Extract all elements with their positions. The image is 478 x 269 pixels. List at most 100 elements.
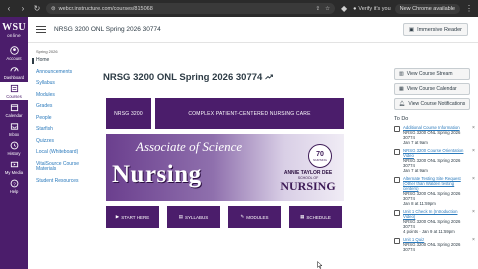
todo-title-link[interactable]: NRSG 3200 Course Orientation Video	[403, 148, 469, 158]
school-name-line3: NURSING	[280, 179, 336, 193]
bookmark-star-icon[interactable]: ☆	[325, 6, 330, 12]
address-bar[interactable]: ⊜ webcr.instructure.com/courses/815068 ⇪…	[46, 3, 336, 14]
global-nav-label: Courses	[6, 93, 22, 99]
global-nav-courses[interactable]: Courses	[0, 82, 28, 100]
todo-item: NRSG 3200 Course Orientation Video NRSG …	[394, 148, 478, 173]
term-label: Spring 2026	[36, 49, 58, 54]
todo-due: Jan 7 at 9am	[403, 140, 428, 145]
logo-wsu-text: WSU	[2, 22, 26, 33]
extensions-icon[interactable]: ◆	[339, 4, 349, 14]
course-nav-vitalsource[interactable]: VitalSource Course Materials	[36, 161, 94, 173]
global-nav-inbox[interactable]: Inbox	[0, 120, 28, 138]
modules-icon: ✎	[240, 214, 245, 219]
canvas-app: WSU online Account Dashboard Courses Cal…	[0, 17, 478, 269]
todo-course: NRSG 3200 ONL Spring 2026 30774	[403, 191, 461, 201]
course-nav: Spring 2026 Home Announcements Syllabus …	[28, 43, 94, 269]
banner-nursing-text: Nursing	[112, 161, 202, 188]
more-icon[interactable]: ⋮	[464, 4, 474, 14]
start-here-button[interactable]: ▶ START HERE	[106, 206, 159, 228]
quiz-icon	[394, 238, 400, 244]
schedule-button[interactable]: ▦ SCHEDULE	[289, 206, 342, 228]
forward-icon[interactable]: ›	[18, 4, 28, 14]
share-icon[interactable]: ⇪	[316, 6, 321, 12]
global-nav-label: History	[7, 150, 21, 156]
courses-icon	[10, 84, 19, 93]
assignment-icon	[394, 149, 400, 155]
quick-links: ▶ START HERE ▤ SYLLABUS ✎ MODULES ▦ SCHE…	[106, 206, 344, 228]
modules-button[interactable]: ✎ MODULES	[228, 206, 281, 228]
profile-icon: ●	[353, 5, 357, 12]
immersive-reader-button[interactable]: ▣ Immersive Reader	[402, 23, 468, 36]
global-nav-history[interactable]: History	[0, 139, 28, 157]
todo-due: Jan 8 at 11:59pm	[403, 201, 436, 206]
todo-heading: To Do	[394, 116, 409, 122]
global-nav-label: My Media	[4, 169, 24, 175]
chrome-update-label: New Chrome available	[399, 5, 455, 12]
course-header: NRSG 3200 ONL Spring 2026 30774 ▣ Immers…	[28, 17, 478, 43]
view-course-notifications-label: View Course Notifications	[408, 101, 466, 107]
course-nav-home[interactable]: Home	[32, 57, 94, 64]
course-nav-syllabus[interactable]: Syllabus	[36, 80, 94, 87]
page-title: NRSG 3200 ONL Spring 2026 30774	[103, 72, 274, 83]
view-course-notifications-button[interactable]: 🔔︎ View Course Notifications	[394, 98, 470, 110]
breadcrumb[interactable]: NRSG 3200 ONL Spring 2026 30774	[54, 26, 161, 33]
play-icon: ▶	[115, 214, 120, 219]
course-nav-grades[interactable]: Grades	[36, 103, 94, 110]
todo-item: Alternate Testing Site Request (Other th…	[394, 176, 478, 206]
dismiss-icon[interactable]: ×	[472, 148, 478, 173]
dismiss-icon[interactable]: ×	[472, 125, 478, 145]
syllabus-button[interactable]: ▤ SYLLABUS	[167, 206, 220, 228]
course-nav-people[interactable]: People	[36, 115, 94, 122]
course-nav-local-whiteboard[interactable]: Local (Whiteboard)	[36, 149, 94, 156]
todo-due: 4 points · Jan 9 at 11:59pm	[403, 229, 455, 234]
calendar-icon: ▦	[399, 86, 404, 92]
wsu-logo[interactable]: WSU online	[2, 22, 26, 39]
browser-toolbar: ‹ › ↻ ⊜ webcr.instructure.com/courses/81…	[0, 0, 478, 17]
global-nav-help[interactable]: ? Help	[0, 177, 28, 195]
global-nav-my-media[interactable]: My Media	[0, 158, 28, 176]
course-name-tile: COMPLEX PATIENT-CENTERED NURSING CARE	[155, 98, 344, 129]
global-nav-label: Inbox	[8, 131, 20, 137]
syllabus-icon: ▤	[178, 214, 183, 219]
todo-item: Unit 1 Check In (Introduction Video) NRS…	[394, 209, 478, 234]
course-nav-starfish[interactable]: Starfish	[36, 126, 94, 133]
view-course-calendar-button[interactable]: ▦ View Course Calendar	[394, 83, 470, 95]
hamburger-menu-icon[interactable]	[36, 26, 46, 33]
todo-course: NRSG 3200 ONL Spring 2026 30774	[403, 130, 461, 140]
immersive-reader-label: Immersive Reader	[417, 26, 462, 33]
dashboard-icon	[9, 65, 19, 74]
reload-icon[interactable]: ↻	[32, 4, 42, 14]
global-nav-calendar[interactable]: Calendar	[0, 101, 28, 119]
todo-course: NRSG 3200 ONL Spring 2026 30774	[403, 219, 461, 229]
global-nav: WSU online Account Dashboard Courses Cal…	[0, 17, 28, 269]
verify-identity-chip[interactable]: ● Verify it's you	[353, 6, 391, 12]
my-media-icon	[10, 160, 19, 169]
todo-course: NRSG 3200 ONL Spring 2026 30774	[403, 158, 461, 168]
site-info-icon[interactable]: ⊜	[51, 6, 56, 12]
course-sidebar: ▥ View Course Stream ▦ View Course Calen…	[394, 43, 478, 269]
history-icon	[10, 141, 19, 150]
global-nav-label: Calendar	[5, 112, 23, 118]
course-nav-announcements[interactable]: Announcements	[36, 69, 94, 76]
view-course-stream-button[interactable]: ▥ View Course Stream	[394, 68, 470, 80]
dismiss-icon[interactable]: ×	[472, 237, 478, 252]
todo-title-link[interactable]: Alternate Testing Site Request (Other th…	[403, 176, 469, 191]
assignment-icon	[394, 177, 400, 183]
todo-list: Additional Course Information NRSG 3200 …	[394, 125, 478, 255]
page-title-text: NRSG 3200 ONL Spring 2026 30774	[103, 72, 263, 83]
course-nav-quizzes[interactable]: Quizzes	[36, 138, 94, 145]
chrome-update-button[interactable]: New Chrome available	[394, 3, 460, 14]
back-icon[interactable]: ‹	[4, 4, 14, 14]
verify-text: Verify it's you	[358, 5, 391, 12]
calendar-icon	[10, 103, 19, 112]
course-nav-student-resources[interactable]: Student Resources	[36, 178, 94, 185]
course-nav-modules[interactable]: Modules	[36, 92, 94, 99]
help-icon: ?	[10, 179, 19, 188]
global-nav-dashboard[interactable]: Dashboard	[0, 63, 28, 81]
todo-title-link[interactable]: Unit 1 Check In (Introduction Video)	[403, 209, 469, 219]
seal-text: NURSING	[313, 157, 327, 162]
assignment-icon	[394, 126, 400, 132]
global-nav-account[interactable]: Account	[0, 44, 28, 62]
dismiss-icon[interactable]: ×	[472, 209, 478, 234]
dismiss-icon[interactable]: ×	[472, 176, 478, 206]
